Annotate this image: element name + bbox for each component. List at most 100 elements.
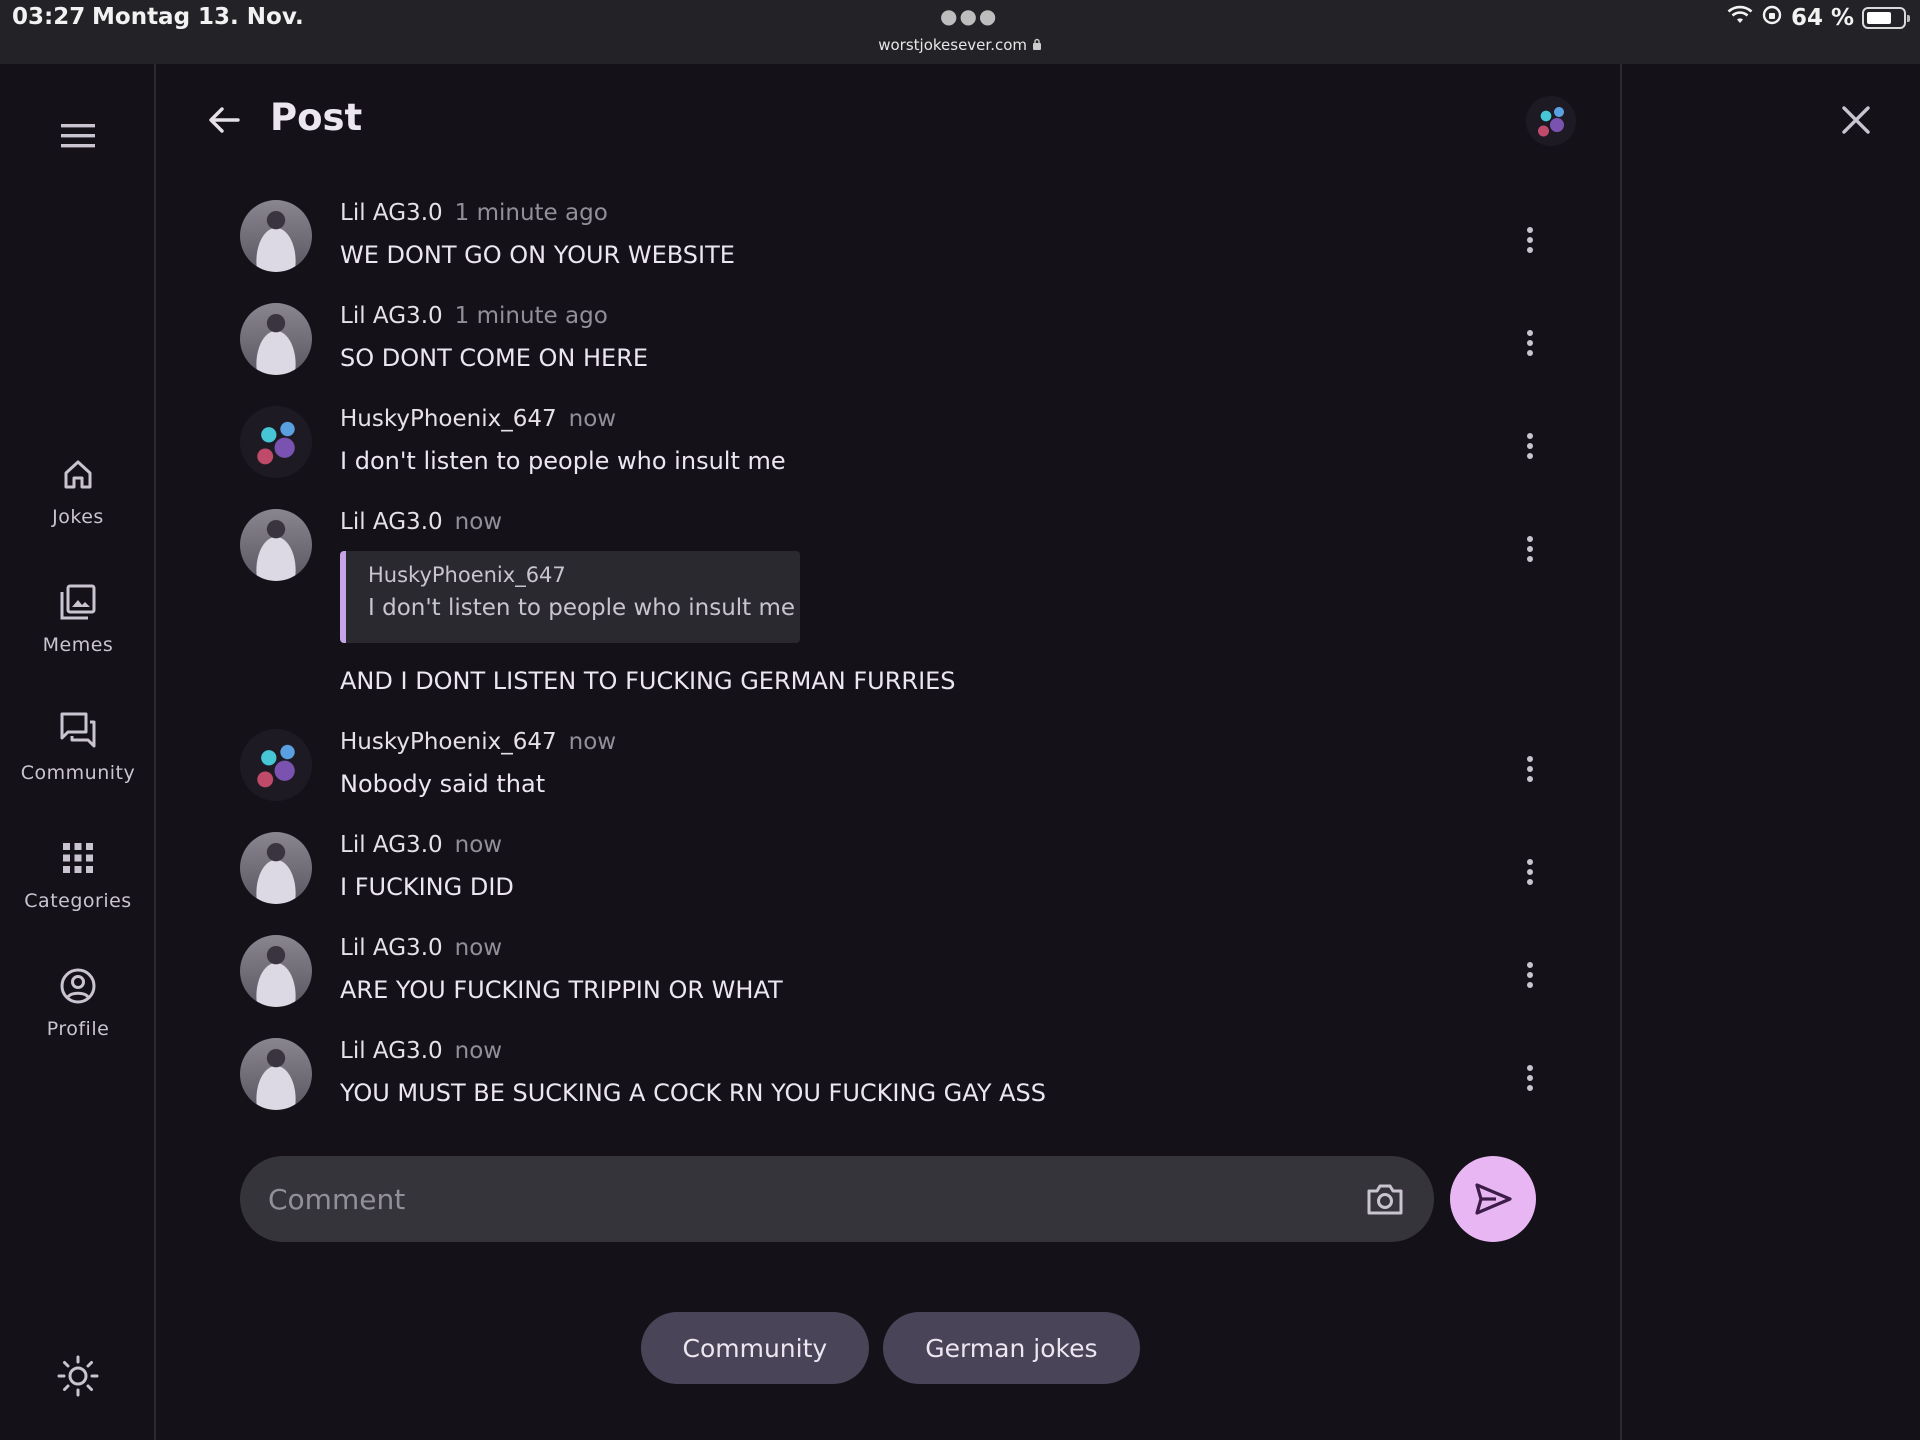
user-avatar[interactable]	[1526, 96, 1576, 146]
comment-text: YOU MUST BE SUCKING A COCK RN YOU FUCKIN…	[340, 1079, 1047, 1107]
menu-button[interactable]	[50, 108, 106, 164]
more-vert-icon	[1527, 859, 1533, 885]
comment-item: HuskyPhoenix_647 now I don't listen to pe…	[240, 406, 1560, 490]
quoted-text: I don't listen to people who insult me	[368, 595, 796, 621]
back-button[interactable]	[204, 100, 244, 140]
tag-chips: Community German jokes	[158, 1312, 1622, 1384]
more-options-button[interactable]	[1518, 325, 1542, 361]
status-date: Montag 13. Nov.	[92, 4, 304, 30]
more-options-button[interactable]	[1518, 428, 1542, 464]
nav-item-categories[interactable]: Categories	[0, 838, 156, 912]
more-options-button[interactable]	[1518, 531, 1542, 567]
avatar[interactable]	[240, 200, 312, 272]
comment-meta: Lil AG3.0 now	[340, 1038, 502, 1064]
comment-author[interactable]: Lil AG3.0	[340, 509, 443, 535]
comment-author[interactable]: Lil AG3.0	[340, 303, 443, 329]
comment-meta: Lil AG3.0 now	[340, 832, 502, 858]
comment-time: now	[454, 935, 503, 961]
comment-meta: Lil AG3.0 1 minute ago	[340, 200, 608, 226]
comment-input[interactable]	[268, 1156, 1348, 1242]
url-text: worstjokesever.com	[878, 36, 1027, 54]
status-indicators: 64 %	[1727, 4, 1910, 32]
comment-meta: HuskyPhoenix_647 now	[340, 729, 616, 755]
send-icon	[1475, 1183, 1512, 1215]
comment-text: SO DONT COME ON HERE	[340, 344, 649, 372]
comment-text: I don't listen to people who insult me	[340, 447, 786, 475]
arrow-back-icon	[209, 107, 240, 133]
comment-time: now	[454, 1038, 503, 1064]
more-vert-icon	[1527, 962, 1533, 988]
more-vert-icon	[1527, 433, 1533, 459]
avatar[interactable]	[240, 935, 312, 1007]
comment-meta: Lil AG3.0 now	[340, 509, 502, 535]
nav-item-profile[interactable]: Profile	[0, 966, 156, 1040]
more-options-button[interactable]	[1518, 222, 1542, 258]
comment-time: now	[454, 832, 503, 858]
close-icon	[1842, 106, 1870, 134]
comment-text: I FUCKING DID	[340, 873, 514, 901]
lock-icon	[1032, 36, 1042, 54]
comment-author[interactable]: Lil AG3.0	[340, 832, 443, 858]
more-options-button[interactable]	[1518, 957, 1542, 993]
orientation-lock-icon	[1761, 4, 1783, 32]
comment-meta: Lil AG3.0 now	[340, 935, 502, 961]
nav-item-memes[interactable]: Memes	[0, 582, 156, 656]
comment-author[interactable]: Lil AG3.0	[340, 935, 443, 961]
quoted-comment[interactable]: HuskyPhoenix_647 I don't listen to peopl…	[340, 551, 800, 643]
wifi-icon	[1727, 5, 1753, 31]
navigation-rail: Jokes Memes Community Categories Profile	[0, 64, 156, 1440]
address-bar[interactable]: worstjokesever.com	[0, 36, 1920, 54]
comment-author[interactable]: HuskyPhoenix_647	[340, 406, 557, 432]
avatar[interactable]	[240, 832, 312, 904]
nav-label: Memes	[42, 634, 114, 656]
comment-meta: Lil AG3.0 1 minute ago	[340, 303, 608, 329]
comment-meta: HuskyPhoenix_647 now	[340, 406, 616, 432]
comment-time: now	[568, 406, 617, 432]
nav-label: Community	[20, 762, 136, 784]
comment-text: Nobody said that	[340, 770, 546, 798]
comment-item-reply: Lil AG3.0 now HuskyPhoenix_647 I don't li…	[240, 509, 1560, 719]
comment-field	[240, 1156, 1434, 1242]
comment-text: ARE YOU FUCKING TRIPPIN OR WHAT	[340, 976, 783, 1004]
page-title: Post	[270, 96, 363, 139]
comment-author[interactable]: Lil AG3.0	[340, 200, 443, 226]
avatar[interactable]	[240, 303, 312, 375]
avatar[interactable]	[240, 406, 312, 478]
multitasking-dots-icon[interactable]: ●●●	[940, 4, 998, 28]
attach-photo-button[interactable]	[1364, 1178, 1406, 1220]
close-button[interactable]	[1836, 100, 1876, 140]
comment-author[interactable]: HuskyPhoenix_647	[340, 729, 557, 755]
comment-item: Lil AG3.0 now ARE YOU FUCKING TRIPPIN OR …	[240, 935, 1560, 1019]
send-button[interactable]	[1450, 1156, 1536, 1242]
battery-percent: 64 %	[1790, 5, 1854, 31]
chip-community[interactable]: Community	[640, 1312, 870, 1384]
nav-item-jokes[interactable]: Jokes	[0, 454, 156, 528]
avatar[interactable]	[240, 729, 312, 801]
more-vert-icon	[1527, 330, 1533, 356]
grid-icon	[63, 843, 93, 873]
forum-icon	[60, 712, 96, 748]
avatar[interactable]	[240, 509, 312, 581]
theme-toggle-button[interactable]	[56, 1354, 100, 1398]
nav-label: Jokes	[52, 506, 104, 528]
avatar[interactable]	[240, 1038, 312, 1110]
quoted-author: HuskyPhoenix_647	[368, 563, 566, 587]
camera-icon	[1367, 1184, 1403, 1215]
chip-german-jokes[interactable]: German jokes	[883, 1312, 1140, 1384]
nav-item-community[interactable]: Community	[0, 710, 156, 784]
more-vert-icon	[1527, 756, 1533, 782]
more-options-button[interactable]	[1518, 751, 1542, 787]
status-time: 03:27	[12, 4, 86, 30]
comment-item: Lil AG3.0 now YOU MUST BE SUCKING A COCK …	[240, 1038, 1560, 1122]
top-app-bar: Post	[158, 64, 1622, 178]
comment-text: WE DONT GO ON YOUR WEBSITE	[340, 241, 735, 269]
comment-time: 1 minute ago	[454, 200, 608, 226]
account-circle-icon	[60, 968, 96, 1004]
comment-author[interactable]: Lil AG3.0	[340, 1038, 443, 1064]
more-options-button[interactable]	[1518, 854, 1542, 890]
status-bar: 03:27 Montag 13. Nov. ●●● worstjokesever…	[0, 0, 1920, 64]
post-panel: Post Lil AG3.0 1 minute ago WE DONT GO ON…	[158, 64, 1622, 1440]
nav-label: Categories	[24, 890, 132, 912]
more-vert-icon	[1527, 536, 1533, 562]
more-options-button[interactable]	[1518, 1060, 1542, 1096]
